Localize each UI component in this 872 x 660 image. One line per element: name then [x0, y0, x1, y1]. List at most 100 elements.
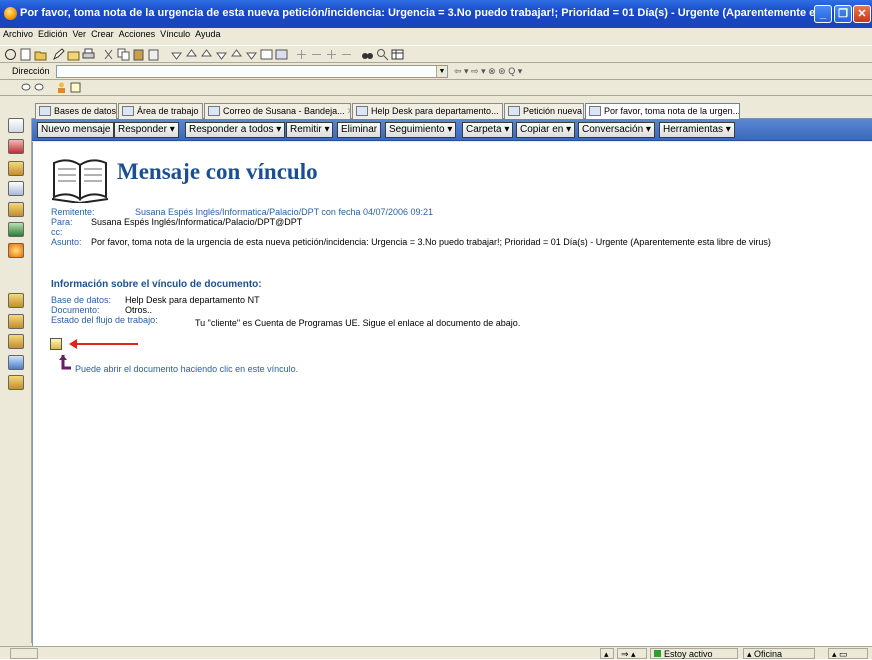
mail-icon: [208, 106, 220, 116]
menu-edicion[interactable]: Edición: [35, 28, 70, 39]
tab-por-favor[interactable]: Por favor, toma nota de la urgen...✕: [585, 103, 740, 119]
nav-unread-up-icon[interactable]: [230, 48, 243, 61]
mail-bookmark-icon[interactable]: [8, 118, 24, 133]
tab-peticion-nueva[interactable]: Petición nueva✕: [504, 103, 584, 119]
address-input[interactable]: ▼: [56, 65, 448, 78]
seguimiento-button[interactable]: Seguimiento ▾: [385, 122, 457, 138]
table-icon[interactable]: [391, 48, 404, 61]
message-heading: Mensaje con vínculo: [117, 159, 318, 184]
estado-value: Tu "cliente" es Cuenta de Programas UE. …: [195, 318, 521, 328]
collapse-icon[interactable]: [310, 48, 323, 61]
nav-up-icon[interactable]: [185, 48, 198, 61]
responder-button[interactable]: Responder ▾: [114, 122, 179, 138]
new-icon[interactable]: [19, 48, 32, 61]
link-info-heading: Información sobre el vínculo de document…: [51, 279, 262, 290]
activity-status[interactable]: Estoy activo: [650, 648, 738, 659]
nav-up2-icon[interactable]: [200, 48, 213, 61]
database2-bookmark-icon[interactable]: [8, 314, 24, 329]
edit-icon[interactable]: [52, 48, 65, 61]
responder-a-todos-button[interactable]: Responder a todos ▾: [185, 122, 286, 138]
database3-bookmark-icon[interactable]: [8, 334, 24, 349]
database4-bookmark-icon[interactable]: [8, 355, 24, 370]
message-icon: [589, 106, 601, 116]
tab-correo[interactable]: Correo de Susana - Bandeja...✕: [204, 103, 351, 119]
contacts-bookmark-icon[interactable]: [8, 161, 24, 176]
cc-label: cc:: [51, 227, 63, 237]
web-bookmark-icon[interactable]: [8, 243, 24, 258]
favorites-bookmark-icon[interactable]: [8, 222, 24, 237]
lock-icon[interactable]: ⇒ ▴: [617, 648, 647, 659]
paste-icon[interactable]: [132, 48, 145, 61]
expand-all-icon[interactable]: [325, 48, 338, 61]
menu-crear[interactable]: Crear: [88, 28, 116, 39]
remitente-value: Susana Espés Inglés/Informatica/Palacio/…: [135, 207, 434, 217]
inbox-status-icon[interactable]: ▴ ▭: [828, 648, 868, 659]
tab-bases-de-datos[interactable]: Bases de datos: [35, 103, 117, 119]
tab-close-icon[interactable]: ✕: [501, 106, 502, 116]
estado-label: Estado del flujo de trabajo:: [51, 315, 158, 325]
minimize-button[interactable]: _: [814, 5, 832, 23]
open-icon[interactable]: [34, 48, 47, 61]
calendar-icon[interactable]: [69, 81, 82, 94]
form-icon: [508, 106, 520, 116]
tab-close-icon[interactable]: ✕: [201, 106, 202, 116]
menu-acciones[interactable]: Acciones: [116, 28, 158, 39]
menu-ver[interactable]: Ver: [70, 28, 89, 39]
nav-down-icon[interactable]: [170, 48, 183, 61]
open-book-icon: [51, 159, 109, 203]
eliminar-button[interactable]: Eliminar: [337, 122, 382, 138]
calendar-bookmark-icon[interactable]: [8, 139, 24, 154]
remitir-button[interactable]: Remitir ▾: [286, 122, 334, 138]
location-status[interactable]: ▴ Oficina: [743, 648, 815, 659]
documento-label: Documento:: [51, 305, 100, 315]
binoculars-icon[interactable]: [361, 48, 374, 61]
nav-down2-icon[interactable]: [215, 48, 228, 61]
status-dropdown-icon[interactable]: ▴: [600, 648, 614, 659]
menu-archivo[interactable]: Archivo: [0, 28, 35, 39]
print-icon[interactable]: [82, 48, 95, 61]
menu-bar: Archivo Edición Ver Crear Acciones Vínculo Ayu…: [0, 28, 872, 44]
collapse-all-icon[interactable]: [340, 48, 353, 61]
herramientas-button[interactable]: Herramientas ▾: [659, 122, 735, 138]
menu-ayuda[interactable]: Ayuda: [192, 28, 222, 39]
todo-bookmark-icon[interactable]: [8, 181, 24, 196]
navigation-buttons[interactable]: ⇦ ▾ ⇨ ▾ ⊗ ⊛ Q ▾: [454, 66, 522, 77]
home-icon[interactable]: [4, 48, 17, 61]
menu-vinculo[interactable]: Vínculo: [157, 28, 192, 39]
copiar-en-button[interactable]: Copiar en ▾: [516, 122, 576, 138]
message-body: Mensaje con vínculo Remitente: Susana Es…: [32, 142, 872, 646]
preview-icon[interactable]: [275, 48, 288, 61]
chevron-down-icon[interactable]: ▼: [436, 66, 447, 77]
close-button[interactable]: ✕: [853, 5, 871, 23]
copy-icon[interactable]: [117, 48, 130, 61]
notes-window: Por favor, toma nota de la urgencia de e…: [0, 0, 872, 659]
folder-icon[interactable]: [67, 48, 80, 61]
secondary-toolbar: [0, 80, 872, 96]
replication-bookmark-icon[interactable]: [8, 202, 24, 217]
tab-help-desk[interactable]: Help Desk para departamento...✕: [352, 103, 503, 119]
doclink-icon[interactable]: [50, 338, 62, 350]
database1-bookmark-icon[interactable]: [8, 293, 24, 308]
nav-unread-down-icon[interactable]: [245, 48, 258, 61]
view-icon[interactable]: [260, 48, 273, 61]
nuevo-mensaje-button[interactable]: Nuevo mensaje: [37, 122, 115, 138]
doclink-hint: Puede abrir el documento haciendo clic e…: [75, 364, 299, 374]
clipboard-icon[interactable]: [147, 48, 160, 61]
tab-area-de-trabajo[interactable]: Área de trabajo✕: [118, 103, 203, 119]
conversacion-button[interactable]: Conversación ▾: [578, 122, 655, 138]
search-icon[interactable]: [376, 48, 389, 61]
online-status-icon: [654, 650, 661, 657]
person-icon[interactable]: [55, 81, 68, 94]
carpeta-button[interactable]: Carpeta ▾: [462, 122, 514, 138]
window-title: Por favor, toma nota de la urgencia de e…: [20, 7, 820, 19]
cut-icon[interactable]: [102, 48, 115, 61]
database5-bookmark-icon[interactable]: [8, 375, 24, 390]
expand-icon[interactable]: [295, 48, 308, 61]
title-bar: Por favor, toma nota de la urgencia de e…: [0, 0, 872, 28]
tab-close-icon[interactable]: ✕: [347, 106, 350, 116]
main-toolbar: [0, 45, 872, 63]
maximize-button[interactable]: ❐: [834, 5, 852, 23]
chat2-icon[interactable]: [33, 81, 46, 94]
tab-bar: Bases de datos Área de trabajo✕ Correo d…: [32, 101, 872, 119]
para-value: Susana Espés Inglés/Informatica/Palacio/…: [91, 217, 303, 227]
